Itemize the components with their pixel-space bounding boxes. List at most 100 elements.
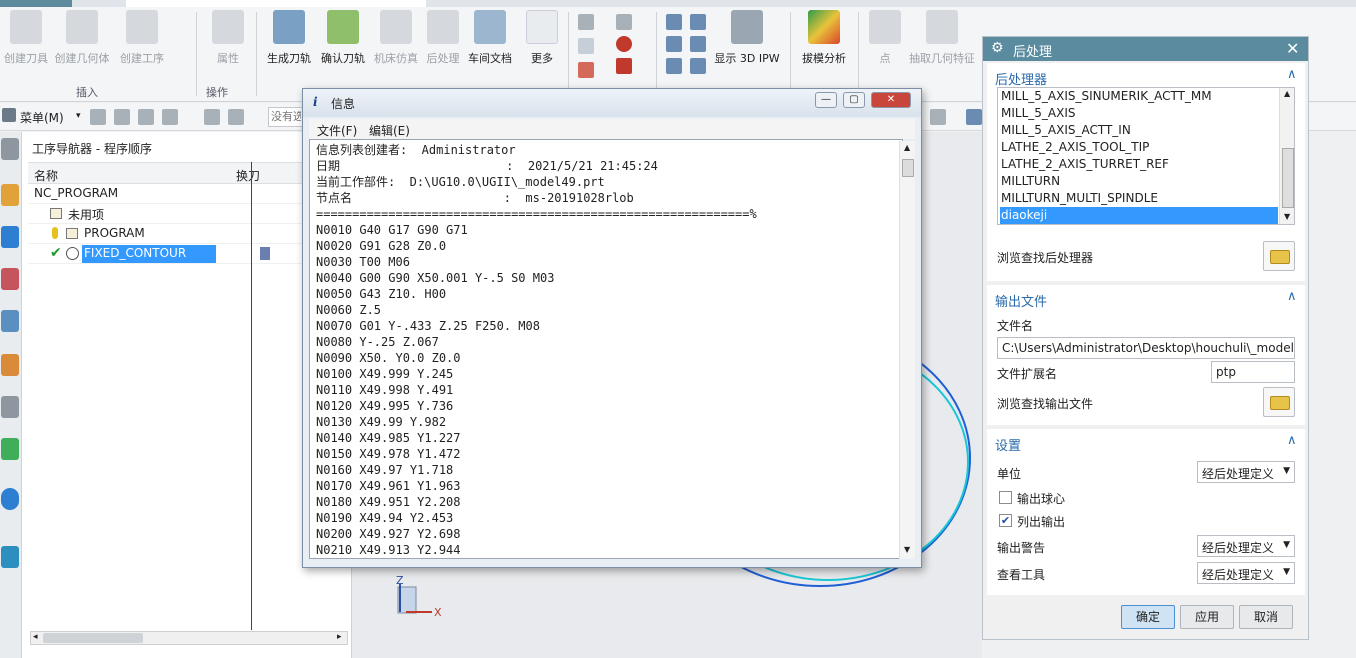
create-geometry-button[interactable]: 创建几何体 [52,10,112,82]
snap-icon[interactable] [228,109,244,125]
horizontal-scrollbar[interactable]: ◂ ▸ [30,631,348,645]
info-text-area[interactable]: 信息列表创建者: Administrator 日期 : 2021/5/21 21:… [309,139,903,559]
section-title[interactable]: 后处理器 [995,69,1047,88]
postprocess-button[interactable]: 后处理 [424,10,462,82]
vertical-scrollbar[interactable]: ▲ ▼ [1279,88,1294,224]
toolbar-icon[interactable] [690,36,706,52]
scroll-up-icon[interactable]: ▲ [1284,89,1290,98]
active-tab-indicator[interactable] [0,0,72,7]
properties-button[interactable]: 属性 [206,10,250,82]
list-item[interactable]: LATHE_2_AXIS_TOOL_TIP [1000,139,1278,156]
list-item[interactable]: MILLTURN [1000,173,1278,190]
reuse-library-icon[interactable] [1,396,19,418]
shop-documentation-button[interactable]: 车间文档 [466,10,514,82]
history-icon[interactable] [1,546,19,568]
column-header-tool-change[interactable]: 换刀 [236,167,260,184]
unit-dropdown[interactable]: 经后处理定义 ▼ [1197,461,1295,483]
filename-input[interactable]: C:\Users\Administrator\Desktop\houchuli\… [997,337,1295,359]
more-button[interactable]: 更多 [522,10,562,82]
settings-icon[interactable] [1,138,19,160]
list-item[interactable]: MILL_5_AXIS_ACTT_IN [1000,122,1278,139]
toolbar-icon[interactable] [666,58,682,74]
machining-method-icon[interactable] [1,310,19,332]
cancel-button[interactable]: 取消 [1239,605,1293,629]
chevron-down-icon[interactable]: ▾ [76,111,81,121]
toolbar-icon[interactable] [666,14,682,30]
info-titlebar[interactable]: i 信息 — ▢ ✕ [303,89,921,117]
list-item-selected[interactable]: diaokeji [1000,207,1278,224]
close-icon[interactable]: ✕ [1286,39,1299,58]
maximize-button[interactable]: ▢ [843,92,865,108]
apply-button[interactable]: 应用 [1180,605,1234,629]
minimize-button[interactable]: — [815,92,837,108]
toolbar-icon[interactable] [690,58,706,74]
toolbar-icon[interactable] [690,14,706,30]
collapse-icon[interactable]: ∧ [1287,289,1297,304]
scroll-down-icon[interactable]: ▼ [904,545,910,554]
section-title[interactable]: 设置 [995,435,1021,454]
toolbar-icon[interactable] [578,62,594,78]
toolbar-icon[interactable] [616,14,632,30]
postprocessor-list[interactable]: MILL_5_AXIS_SINUMERIK_ACTT_MM MILL_5_AXI… [997,87,1295,225]
toolbar-icon[interactable] [578,38,594,54]
extension-input[interactable]: ptp [1211,361,1295,383]
select-filter-icon[interactable] [138,109,154,125]
browse-output-button[interactable] [1263,387,1295,417]
collapse-icon[interactable]: ∧ [1287,433,1297,448]
view-icon[interactable] [966,109,982,125]
curve-icon[interactable] [616,58,632,74]
review-tool-dropdown[interactable]: 经后处理定义 ▼ [1197,562,1295,584]
select-filter-icon[interactable] [90,109,106,125]
menu-edit[interactable]: 编辑(E) [369,122,410,139]
scrollbar-thumb[interactable] [1282,148,1294,208]
toolbar-icon[interactable] [666,36,682,52]
program-order-icon[interactable] [1,184,19,206]
geometry-view-icon[interactable] [1,268,19,290]
warning-dropdown[interactable]: 经后处理定义 ▼ [1197,535,1295,557]
machine-tool-icon[interactable] [1,226,19,248]
ball-center-checkbox[interactable] [999,491,1012,504]
list-output-checkbox[interactable]: ✔ [999,514,1012,527]
select-filter-icon[interactable] [114,109,130,125]
show-3d-ipw-button[interactable]: 显示 3D IPW [714,10,780,82]
list-item[interactable]: LATHE_2_AXIS_TURRET_REF [1000,156,1278,173]
create-operation-button[interactable]: 创建工序 [116,10,168,82]
scrollbar-thumb[interactable] [43,633,143,643]
part-navigator-icon[interactable] [1,354,19,376]
role-library-icon[interactable] [1,438,19,460]
ok-button[interactable]: 确定 [1121,605,1175,629]
point-button[interactable]: 点 [868,10,902,82]
verify-toolpath-button[interactable]: 确认刀轨 [318,10,368,82]
target-icon[interactable] [616,36,632,52]
vertical-scrollbar[interactable]: ▲ ▼ [899,141,915,559]
draft-analysis-button[interactable]: 拔模分析 [798,10,850,82]
collapse-icon[interactable]: ∧ [1287,67,1297,82]
scroll-left-icon[interactable]: ◂ [33,632,38,642]
view-icon[interactable] [930,109,946,125]
section-title[interactable]: 输出文件 [995,291,1047,310]
menu-button[interactable]: 菜单(M) [20,109,64,126]
dialog-titlebar[interactable]: ⚙ 后处理 ✕ [983,37,1308,61]
column-header-name[interactable]: 名称 [34,167,58,184]
x-axis-label: X [434,606,442,619]
scroll-down-icon[interactable]: ▼ [1284,212,1290,221]
generate-toolpath-button[interactable]: 生成刀轨 [264,10,314,82]
type-filter-input[interactable] [268,107,304,127]
column-divider[interactable] [251,162,252,630]
scrollbar-thumb[interactable] [902,159,914,177]
list-item[interactable]: MILL_5_AXIS_SINUMERIK_ACTT_MM [1000,88,1278,105]
close-button[interactable]: ✕ [871,92,911,108]
extract-geometry-button[interactable]: 抽取几何特征 [906,10,978,82]
scroll-right-icon[interactable]: ▸ [337,632,342,642]
toolbar-icon[interactable] [578,14,594,30]
create-tool-button[interactable]: 创建刀具 [2,10,50,82]
menu-file[interactable]: 文件(F) [317,122,357,139]
select-filter-icon[interactable] [162,109,178,125]
scroll-up-icon[interactable]: ▲ [904,143,910,152]
list-item[interactable]: MILL_5_AXIS [1000,105,1278,122]
snap-icon[interactable] [204,109,220,125]
list-item[interactable]: MILLTURN_MULTI_SPINDLE [1000,190,1278,207]
browse-post-button[interactable] [1263,241,1295,271]
machine-simulation-button[interactable]: 机床仿真 [372,10,420,82]
web-browser-icon[interactable] [1,488,19,510]
